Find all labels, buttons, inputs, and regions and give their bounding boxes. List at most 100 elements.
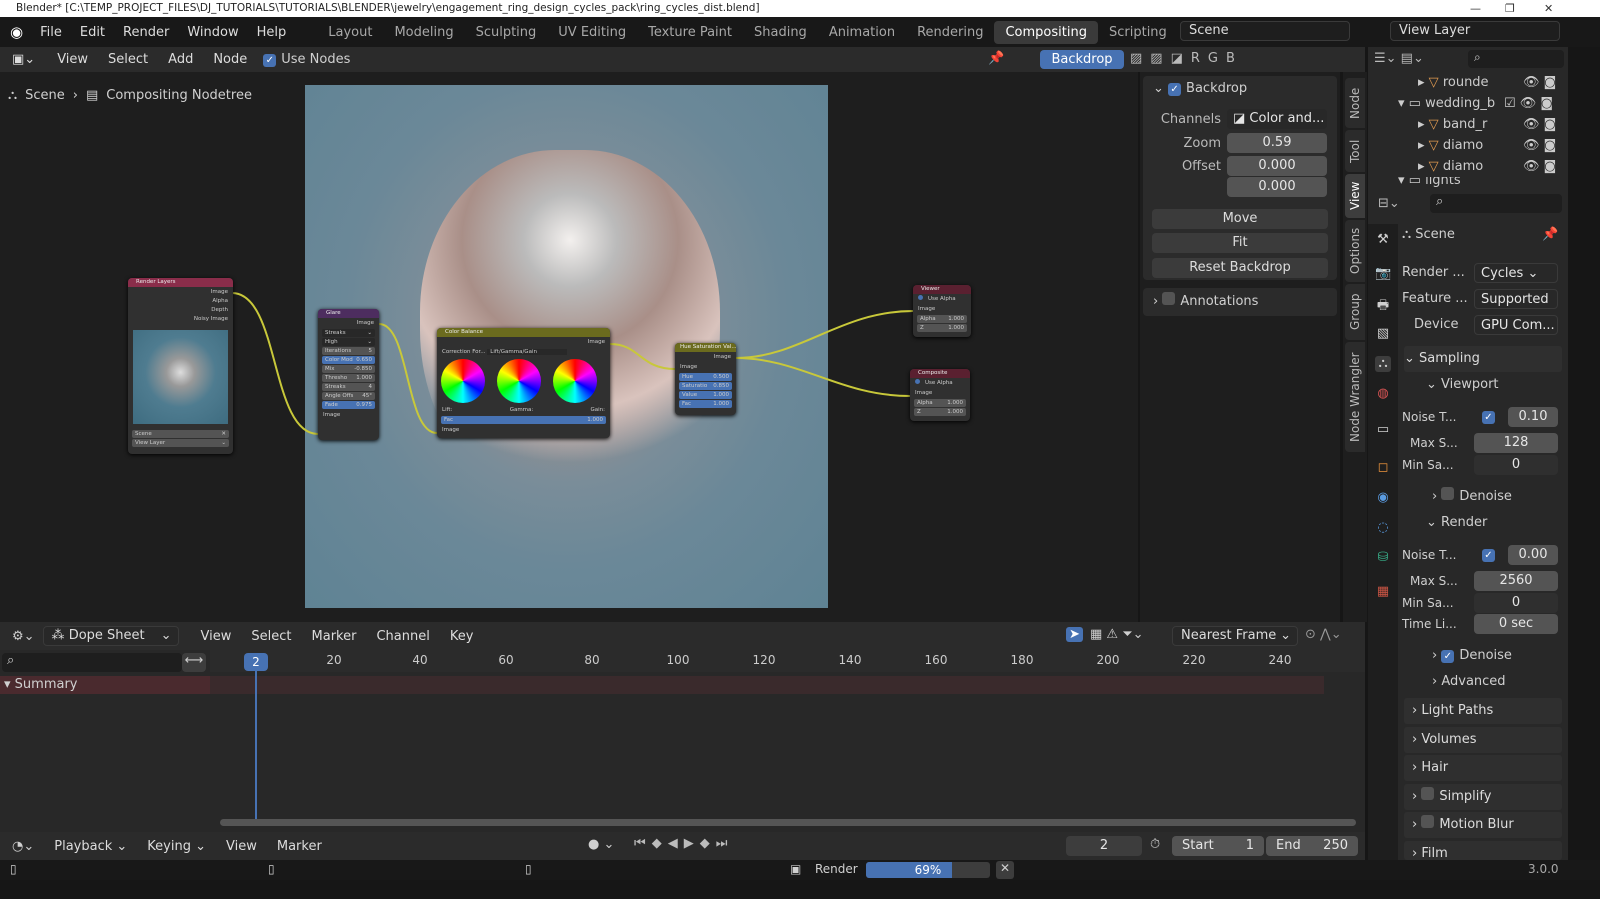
menu-marker[interactable]: Marker [267,839,332,854]
editor-type-icon[interactable]: ⚙⌄ [12,629,35,644]
r-noise-threshold-checkbox[interactable]: ✓ [1482,549,1495,562]
channels-select[interactable]: ◪ Color and... [1227,109,1327,129]
menu-select[interactable]: Select [241,629,301,644]
scene-selector[interactable]: Scene [1180,21,1350,41]
fac-field[interactable]: Fac 1.000 [679,400,732,408]
physics-icon[interactable]: ◌ [1375,520,1391,536]
node-render-layers[interactable]: Render Layers Image Alpha Depth Noisy Im… [128,278,233,454]
scene-icon[interactable]: ⛬ [1375,356,1391,372]
fade-field[interactable]: Fade 0.975 [322,401,375,409]
view-layer-field[interactable]: View Layer ⌄ [132,439,229,447]
sampling-panel-header[interactable]: ⌄ Sampling [1404,346,1562,372]
color-wheels[interactable] [437,357,610,405]
reset-backdrop-button[interactable]: Reset Backdrop [1152,258,1328,278]
vp-noise-threshold-field[interactable]: 0.10 [1508,407,1558,427]
editor-type-icon[interactable]: ◔⌄ [12,839,34,854]
tab-tool[interactable]: Tool [1345,130,1365,172]
socket-image-in[interactable]: Image [913,304,971,314]
saturation-field[interactable]: Saturatio 0.850 [679,382,732,390]
snap-mode-select[interactable]: Nearest Frame ⌄ [1172,626,1298,646]
hair-panel[interactable]: › Hair [1404,755,1562,781]
render-engine-select[interactable]: Cycles ⌄ [1474,263,1558,283]
time-limit-field[interactable]: 0 sec [1474,614,1558,634]
cancel-render-button[interactable]: ✕ [996,861,1014,879]
socket-depth[interactable]: Depth [128,306,233,315]
socket-image-in[interactable]: Image [910,388,970,398]
only-selected-icon[interactable]: ➤ [1066,627,1083,642]
device-select[interactable]: GPU Com... [1474,315,1558,335]
menu-key[interactable]: Key [440,629,484,644]
outliner-display-mode[interactable]: ☰⌄ ▤⌄ [1374,51,1424,66]
outliner-item[interactable]: ▸ ▽ diamo 👁 ◙ [1368,156,1568,177]
threshold-field[interactable]: Thresho 1.000 [322,374,375,382]
collection-icon[interactable]: ▭ [1375,422,1391,438]
backdrop-channel-buttons[interactable]: ▨▨◪RGB [1130,51,1243,66]
vp-noise-threshold-checkbox[interactable]: ✓ [1482,411,1495,424]
properties-editor-type[interactable]: ⊟⌄ [1378,196,1400,211]
color-mod-field[interactable]: Color Mod 0.650 [322,356,375,364]
vp-max-samples-field[interactable]: 128 [1474,433,1558,453]
vp-min-samples-field[interactable]: 0 [1474,455,1558,475]
streaks-field[interactable]: Streaks 4 [322,383,375,391]
volumes-panel[interactable]: › Volumes [1404,727,1562,753]
gamma-wheel[interactable] [497,359,541,403]
swap-icon[interactable]: ⟷ [182,653,206,672]
menu-view[interactable]: View [216,839,267,854]
texture-icon[interactable]: ▦ [1375,584,1391,600]
r-noise-threshold-field[interactable]: 0.00 [1508,545,1558,565]
tab-node-wrangler[interactable]: Node Wrangler [1345,342,1365,452]
feature-set-select[interactable]: Supported ⌄ [1474,289,1558,327]
use-alpha-checkbox[interactable]: Use Alpha [910,378,970,388]
socket-image-out[interactable]: Image [675,352,736,362]
proportional-edit-icon[interactable]: ⊙ ⋀⌄ [1305,627,1342,642]
view-layer-selector[interactable]: View Layer [1390,21,1560,41]
outliner-collection[interactable]: ▾ ▭ lights [1368,177,1568,190]
socket-image-in[interactable]: Image [318,410,379,420]
horizontal-scrollbar[interactable] [220,819,1356,826]
z-field[interactable]: Z 1.000 [914,408,966,416]
gain-wheel[interactable] [553,359,597,403]
outliner-search[interactable]: ⌕ [1468,50,1564,68]
node-color-balance[interactable]: Color Balance Image Correction For... Li… [437,328,610,438]
socket-noisy-image[interactable]: Noisy Image [128,315,233,324]
angle-offset-field[interactable]: Angle Offs 45° [322,392,375,400]
value-field[interactable]: Value 1.000 [679,391,732,399]
move-button[interactable]: Move [1152,209,1328,229]
tool-icon[interactable]: ⚒ [1375,232,1391,248]
alpha-field[interactable]: Alpha 1.000 [917,315,967,323]
alpha-field[interactable]: Alpha 1.000 [914,399,966,407]
current-frame-field[interactable]: 2 [1066,836,1142,856]
render-subpanel-header[interactable]: ⌄ Render [1402,512,1562,534]
outliner-item[interactable]: ▸ ▽ rounde 👁 ◙ [1368,72,1568,93]
start-frame-field[interactable]: Start 1 [1172,836,1264,856]
use-alpha-checkbox[interactable]: Use Alpha [913,294,971,304]
render-icon[interactable]: 📷 [1375,266,1391,282]
outliner-collection[interactable]: ▾ ▭ wedding_b ☑ 👁 ◙ [1368,93,1568,114]
close-window-button[interactable]: ✕ [1544,0,1553,17]
r-min-samples-field[interactable]: 0 [1474,593,1558,613]
socket-image-in[interactable]: Image [437,425,610,435]
socket-image-out[interactable]: Image [437,337,610,347]
playback-menu[interactable]: Playback ⌄ [44,839,137,854]
motion-blur-panel[interactable]: › Motion Blur [1404,812,1562,838]
backdrop-panel-header[interactable]: ⌄ ✓ Backdrop [1153,81,1247,96]
offset-y-field[interactable]: 0.000 [1227,177,1327,197]
frame-ruler[interactable]: 20 40 60 80 100 120 140 160 180 200 220 240 [210,650,1365,672]
object-icon[interactable]: ◻ [1375,460,1391,476]
maximize-button[interactable]: ❐ [1505,0,1515,17]
menu-view[interactable]: View [191,629,242,644]
glare-type-select[interactable]: Streaks ⌄ [322,329,375,337]
end-frame-field[interactable]: End 250 [1266,836,1358,856]
node-glare[interactable]: Glare Image Streaks ⌄ High ⌄ Iterations 5 C… [318,309,379,440]
socket-image-out[interactable]: Image [318,318,379,328]
node-hue-saturation-value[interactable]: Hue Saturation Val... Image Image Hue 0.5… [675,343,736,415]
node-composite[interactable]: Composite Use Alpha Image Alpha 1.000 Z 1.… [910,369,970,421]
keying-menu[interactable]: Keying ⌄ [137,839,216,854]
hue-field[interactable]: Hue 0.500 [679,373,732,381]
film-panel[interactable]: › Film [1404,841,1562,860]
r-denoise-subpanel[interactable]: › ✓ Denoise [1402,645,1562,667]
menu-channel[interactable]: Channel [366,629,439,644]
iterations-field[interactable]: Iterations 5 [322,347,375,355]
quality-select[interactable]: High ⌄ [322,338,375,346]
dope-sheet-mode-select[interactable]: ⁂ Dope Sheet ⌄ [42,626,179,646]
